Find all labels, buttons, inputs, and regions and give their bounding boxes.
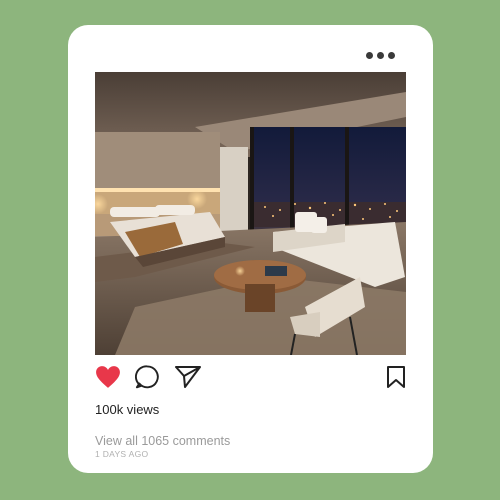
post-timestamp: 1 DAYS AGO	[95, 449, 149, 459]
comment-bubble-icon[interactable]	[134, 365, 161, 396]
post-card: 100k views View all 1065 comments 1 DAYS…	[68, 25, 433, 473]
post-image[interactable]	[95, 72, 406, 355]
bookmark-icon[interactable]	[386, 365, 406, 394]
post-actions	[95, 365, 406, 391]
paper-plane-icon[interactable]	[174, 365, 202, 394]
view-comments-link[interactable]: View all 1065 comments	[95, 434, 230, 448]
view-count: 100k views	[95, 402, 160, 417]
more-options-icon[interactable]	[366, 52, 395, 59]
heart-icon[interactable]	[95, 365, 121, 394]
